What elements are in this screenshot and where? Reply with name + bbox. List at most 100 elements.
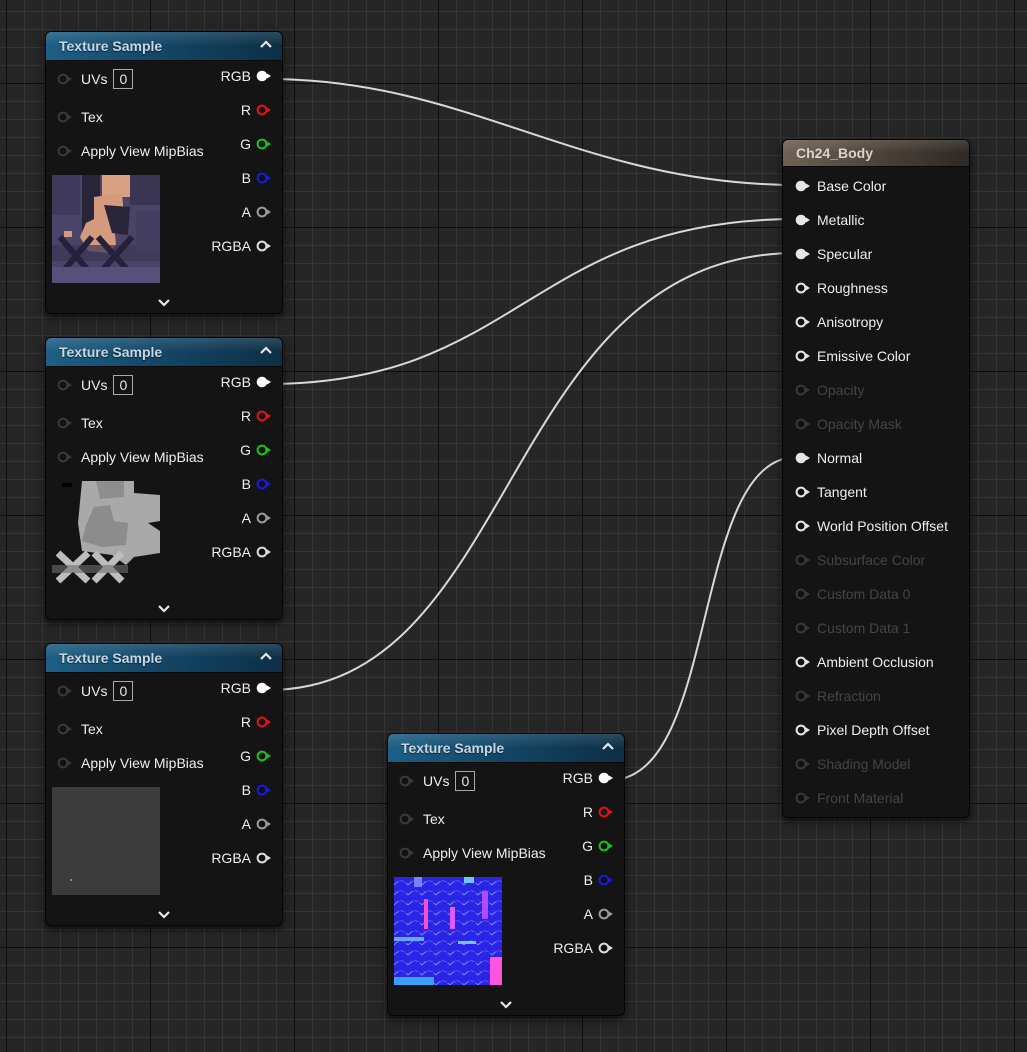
pin-connector-icon[interactable] (57, 757, 73, 769)
pin-connector-icon[interactable] (256, 410, 272, 422)
material-input-ambient-occlusion[interactable]: Ambient Occlusion (795, 652, 934, 672)
output-pin-g[interactable]: G (582, 836, 614, 856)
pin-connector-icon[interactable] (256, 70, 272, 82)
pin-connector-icon[interactable] (256, 784, 272, 796)
pin-connector-icon[interactable] (256, 240, 272, 252)
input-pin-apply-view-mipbias[interactable]: Apply View MipBias (57, 753, 204, 773)
input-pin-apply-view-mipbias[interactable]: Apply View MipBias (399, 843, 546, 863)
pin-connector-icon[interactable] (256, 512, 272, 524)
material-node-header[interactable]: Ch24_Body (783, 140, 969, 167)
material-input-anisotropy[interactable]: Anisotropy (795, 312, 883, 332)
output-pin-a[interactable]: A (242, 814, 272, 834)
input-pin-uvs[interactable]: UVs 0 (57, 69, 134, 89)
output-pin-rgb[interactable]: RGB (221, 678, 272, 698)
material-input-metallic[interactable]: Metallic (795, 210, 864, 230)
pin-connector-icon[interactable] (795, 656, 811, 668)
input-pin-apply-view-mipbias[interactable]: Apply View MipBias (57, 447, 204, 467)
output-pin-b[interactable]: B (584, 870, 614, 890)
output-pin-a[interactable]: A (584, 904, 614, 924)
output-pin-r[interactable]: R (583, 802, 614, 822)
pin-connector-icon[interactable] (256, 852, 272, 864)
node-header[interactable]: Texture Sample (388, 734, 624, 763)
pin-connector-icon[interactable] (399, 775, 415, 787)
pin-connector-icon[interactable] (256, 376, 272, 388)
output-pin-r[interactable]: R (241, 100, 272, 120)
pin-connector-icon[interactable] (256, 172, 272, 184)
chevron-up-icon[interactable] (258, 37, 274, 53)
pin-connector-icon[interactable] (598, 942, 614, 954)
input-pin-tex[interactable]: Tex (57, 107, 103, 127)
node-header[interactable]: Texture Sample (46, 338, 282, 367)
pin-connector-icon[interactable] (795, 350, 811, 362)
pin-connector-icon[interactable] (57, 417, 73, 429)
texture-sample-node[interactable]: Texture Sample UVs 0 Tex Apply View MipBias R… (45, 643, 283, 926)
pin-connector-icon[interactable] (256, 444, 272, 456)
texture-sample-node[interactable]: Texture Sample UVs 0 Tex Apply View MipBias R… (45, 337, 283, 620)
pin-connector-icon[interactable] (57, 451, 73, 463)
pin-connector-icon[interactable] (256, 682, 272, 694)
input-pin-tex[interactable]: Tex (399, 809, 445, 829)
input-pin-uvs[interactable]: UVs 0 (57, 681, 134, 701)
pin-connector-icon[interactable] (399, 847, 415, 859)
pin-connector-icon[interactable] (795, 180, 811, 192)
pin-connector-icon[interactable] (598, 874, 614, 886)
pin-connector-icon[interactable] (256, 818, 272, 830)
output-pin-g[interactable]: G (240, 440, 272, 460)
chevron-down-icon[interactable] (157, 910, 171, 920)
pin-connector-icon[interactable] (795, 486, 811, 498)
output-pin-b[interactable]: B (242, 474, 272, 494)
output-pin-a[interactable]: A (242, 202, 272, 222)
material-input-specular[interactable]: Specular (795, 244, 872, 264)
chevron-down-icon[interactable] (157, 298, 171, 308)
output-pin-rgb[interactable]: RGB (221, 66, 272, 86)
chevron-up-icon[interactable] (258, 343, 274, 359)
material-input-emissive-color[interactable]: Emissive Color (795, 346, 910, 366)
pin-connector-icon[interactable] (598, 908, 614, 920)
uvs-index-field[interactable]: 0 (455, 771, 476, 791)
pin-connector-icon[interactable] (795, 316, 811, 328)
input-pin-uvs[interactable]: UVs 0 (57, 375, 134, 395)
output-pin-rgba[interactable]: RGBA (211, 848, 272, 868)
input-pin-apply-view-mipbias[interactable]: Apply View MipBias (57, 141, 204, 161)
material-input-roughness[interactable]: Roughness (795, 278, 888, 298)
pin-connector-icon[interactable] (57, 379, 73, 391)
output-pin-g[interactable]: G (240, 746, 272, 766)
pin-connector-icon[interactable] (57, 111, 73, 123)
pin-connector-icon[interactable] (795, 724, 811, 736)
wire-basecolor[interactable] (267, 78, 798, 186)
input-pin-uvs[interactable]: UVs 0 (399, 771, 476, 791)
uvs-index-field[interactable]: 0 (113, 375, 134, 395)
pin-connector-icon[interactable] (598, 806, 614, 818)
pin-connector-icon[interactable] (598, 772, 614, 784)
pin-connector-icon[interactable] (795, 452, 811, 464)
pin-connector-icon[interactable] (795, 520, 811, 532)
output-pin-rgb[interactable]: RGB (563, 768, 614, 788)
pin-connector-icon[interactable] (57, 723, 73, 735)
output-pin-rgba[interactable]: RGBA (553, 938, 614, 958)
pin-connector-icon[interactable] (256, 716, 272, 728)
material-input-world-position-offset[interactable]: World Position Offset (795, 516, 948, 536)
pin-connector-icon[interactable] (795, 282, 811, 294)
uvs-index-field[interactable]: 0 (113, 681, 134, 701)
pin-connector-icon[interactable] (598, 840, 614, 852)
chevron-up-icon[interactable] (258, 649, 274, 665)
material-input-pixel-depth-offset[interactable]: Pixel Depth Offset (795, 720, 930, 740)
texture-sample-node[interactable]: Texture Sample UVs 0 Tex Apply View MipBias R… (45, 31, 283, 314)
pin-connector-icon[interactable] (256, 478, 272, 490)
material-input-tangent[interactable]: Tangent (795, 482, 867, 502)
output-pin-b[interactable]: B (242, 168, 272, 188)
chevron-down-icon[interactable] (157, 604, 171, 614)
pin-connector-icon[interactable] (57, 73, 73, 85)
pin-connector-icon[interactable] (57, 145, 73, 157)
output-pin-rgba[interactable]: RGBA (211, 542, 272, 562)
output-pin-a[interactable]: A (242, 508, 272, 528)
pin-connector-icon[interactable] (256, 750, 272, 762)
output-pin-b[interactable]: B (242, 780, 272, 800)
pin-connector-icon[interactable] (256, 104, 272, 116)
pin-connector-icon[interactable] (57, 685, 73, 697)
output-pin-r[interactable]: R (241, 712, 272, 732)
material-input-normal[interactable]: Normal (795, 448, 862, 468)
texture-sample-node[interactable]: Texture Sample UVs 0 Tex Apply View MipBias R… (387, 733, 625, 1016)
chevron-down-icon[interactable] (499, 1000, 513, 1010)
pin-connector-icon[interactable] (256, 206, 272, 218)
